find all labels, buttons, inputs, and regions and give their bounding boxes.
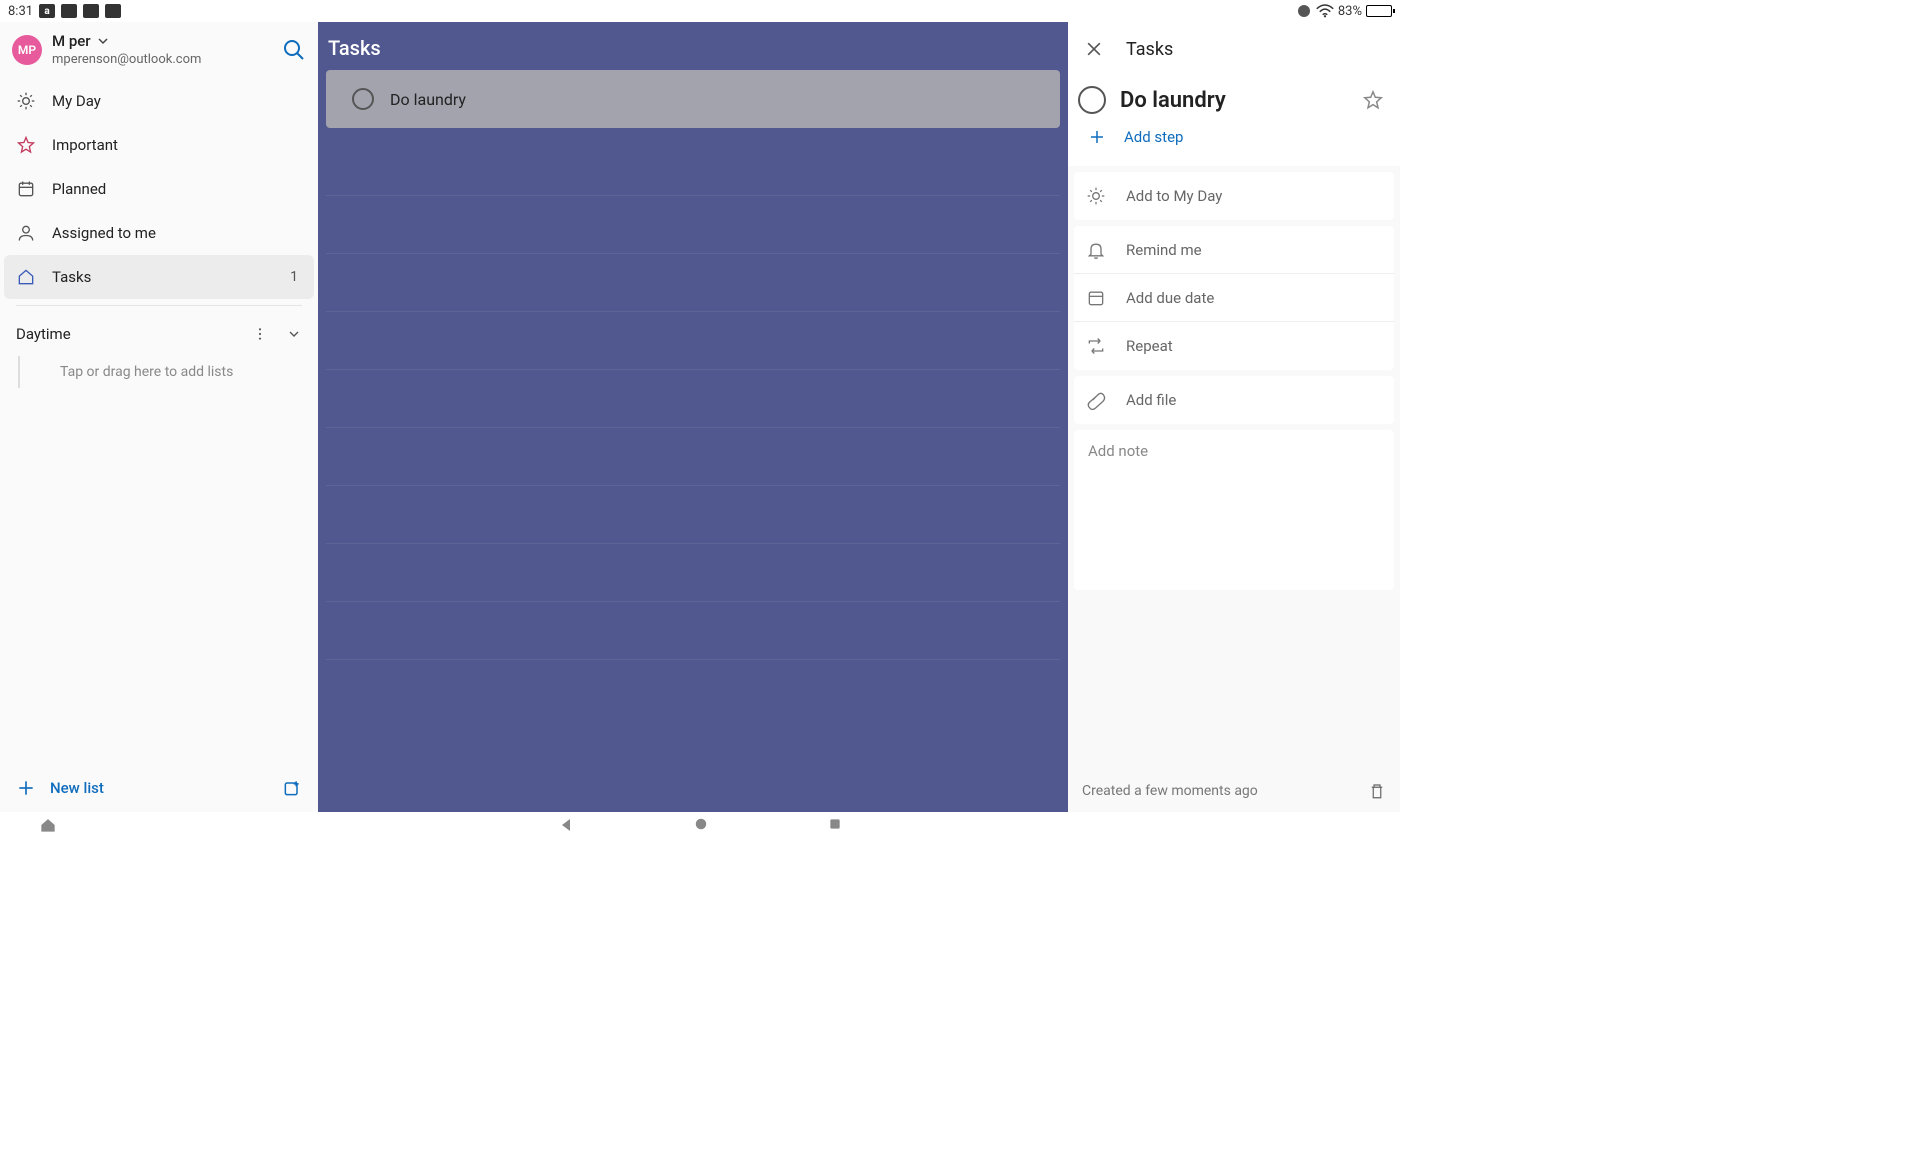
sidebar-item-planned[interactable]: Planned [0,167,318,211]
dnd-icon [1296,3,1312,19]
wifi-icon [1316,4,1334,18]
row-label: Add to My Day [1126,187,1222,205]
plus-icon [1088,128,1106,146]
row-label: Add file [1126,391,1176,409]
complete-checkbox[interactable] [1078,86,1106,114]
sidebar-item-label: Important [52,136,118,154]
plus-icon [16,778,36,798]
chevron-down-icon [97,35,109,47]
new-list-button[interactable]: New list [16,778,104,798]
important-toggle[interactable] [1362,89,1384,111]
search-button[interactable] [282,38,306,62]
row-label: Repeat [1126,337,1173,355]
notification-icon [61,4,77,18]
sidebar-item-tasks[interactable]: Tasks 1 [4,255,314,299]
system-nav-bar [0,812,1400,838]
add-to-my-day-button[interactable]: Add to My Day [1074,172,1394,220]
more-vertical-icon[interactable] [252,326,268,342]
sidebar-item-label: My Day [52,92,101,110]
sun-icon [16,91,36,111]
list-group[interactable]: Daytime [0,312,318,356]
list-title: Tasks [326,22,1060,70]
nav-back-icon[interactable] [558,817,574,833]
delete-task-button[interactable] [1368,782,1386,800]
star-outline-icon [1362,89,1384,111]
status-bar: 8:31 a 83% [0,0,1400,22]
group-name: Daytime [16,325,71,343]
remind-me-button[interactable]: Remind me [1074,226,1394,274]
repeat-button[interactable]: Repeat [1074,322,1394,370]
sidebar-item-assigned[interactable]: Assigned to me [0,211,318,255]
star-icon [16,135,36,155]
amazon-appstore-icon: a [39,4,55,18]
search-icon [282,38,306,62]
add-step-label: Add step [1124,128,1183,146]
add-file-button[interactable]: Add file [1074,376,1394,424]
status-time: 8:31 [8,4,33,19]
repeat-icon [1086,336,1106,356]
battery-percent: 83% [1338,4,1362,19]
divider [16,305,302,306]
calendar-icon [1086,288,1106,308]
detail-header-title: Tasks [1126,39,1173,60]
task-count: 1 [290,269,302,285]
sidebar-item-important[interactable]: Important [0,123,318,167]
battery-icon [1366,5,1392,17]
account-email: mperenson@outlook.com [52,52,201,67]
task-row[interactable]: Do laundry [326,70,1060,128]
bell-icon [1086,240,1106,260]
calendar-icon [16,179,36,199]
nav-recent-icon[interactable] [828,817,842,831]
created-timestamp: Created a few moments ago [1082,783,1258,799]
sidebar-item-my-day[interactable]: My Day [0,79,318,123]
row-label: Remind me [1126,241,1202,259]
upload-icon [83,4,99,18]
sidebar-item-label: Tasks [52,268,91,286]
close-icon[interactable] [1084,39,1104,59]
task-title: Do laundry [390,90,466,109]
complete-checkbox[interactable] [352,88,374,110]
account-name: M per [52,32,91,50]
new-group-icon [282,778,302,798]
add-step-button[interactable]: Add step [1078,114,1384,160]
sidebar-item-label: Assigned to me [52,224,156,242]
task-list-pane: Tasks Do laundry [318,22,1068,812]
add-due-date-button[interactable]: Add due date [1074,274,1394,322]
account-switcher[interactable]: MP M per mperenson@outlook.com [0,22,318,73]
new-list-label: New list [50,779,104,797]
task-name[interactable]: Do laundry [1120,88,1348,113]
new-group-button[interactable] [282,778,302,798]
sun-icon [1086,186,1106,206]
sidebar-item-label: Planned [52,180,106,198]
person-icon [16,223,36,243]
trash-icon [1368,782,1386,800]
avatar: MP [12,35,42,65]
chat-icon [105,4,121,18]
note-input[interactable]: Add note [1074,430,1394,590]
nav-home-icon[interactable] [38,815,58,835]
home-icon [16,267,36,287]
sidebar: MP M per mperenson@outlook.com [0,22,318,812]
nav-home-circle-icon[interactable] [694,817,708,831]
row-label: Add due date [1126,289,1214,307]
attachment-icon [1086,390,1106,410]
task-detail-pane: Tasks Do laundry Add step A [1068,22,1400,812]
group-empty-hint[interactable]: Tap or drag here to add lists [18,356,318,388]
note-placeholder: Add note [1088,442,1148,460]
chevron-down-icon[interactable] [286,326,302,342]
